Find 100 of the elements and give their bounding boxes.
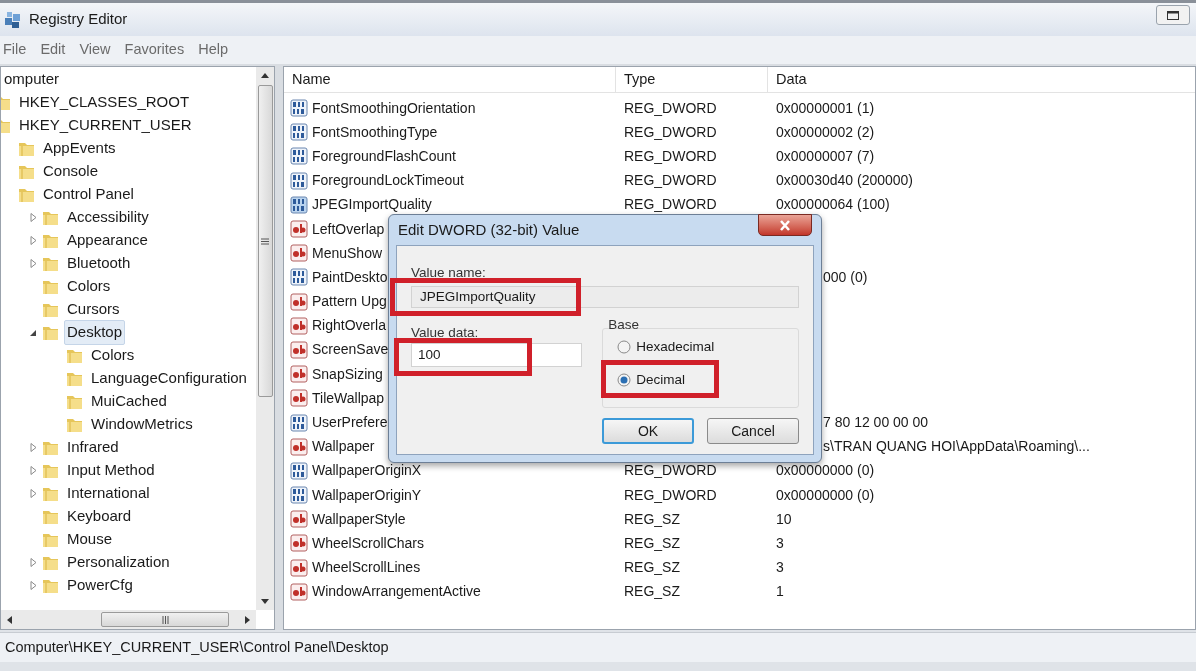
value-data-field[interactable]: 100 [411, 343, 583, 367]
tree-item[interactable]: omputer [3, 67, 61, 92]
value-name[interactable]: JPEGImportQuality [312, 194, 432, 216]
expand-arrow-icon[interactable] [29, 489, 37, 498]
menu-item[interactable]: File [3, 39, 27, 61]
tree-item[interactable]: AppEvents [40, 136, 119, 161]
value-name[interactable]: WallpaperOriginY [312, 484, 422, 506]
value-name[interactable]: RightOverla [312, 315, 386, 337]
string-value-icon [290, 365, 308, 384]
tree-item[interactable]: Input Method [64, 458, 158, 483]
radio-button[interactable]: Decimal [617, 370, 685, 391]
column-header[interactable]: Name [284, 67, 616, 92]
dialog-button[interactable]: OK [602, 418, 694, 444]
tree-item[interactable]: HKEY_CURRENT_USER [16, 113, 195, 138]
value-data: 0x00000001 (1) [776, 99, 875, 116]
tree-item[interactable]: Colors [88, 343, 138, 368]
value-type: REG_DWORD [624, 99, 717, 116]
value-name[interactable]: Wallpaper [312, 436, 375, 458]
value-name[interactable]: Pattern Upg [312, 291, 387, 313]
value-name[interactable]: SnapSizing [312, 363, 383, 385]
vertical-scrollbar[interactable] [256, 67, 274, 610]
binary-value-icon [290, 413, 308, 432]
expand-arrow-icon[interactable] [29, 581, 37, 590]
horizontal-scrollbar[interactable] [1, 610, 256, 629]
binary-value-icon [290, 195, 308, 214]
grip-icon [261, 237, 269, 245]
menu-item[interactable]: Help [198, 39, 228, 61]
value-name[interactable]: WindowArrangementActive [312, 581, 481, 603]
column-header[interactable]: Type [616, 67, 768, 92]
value-type: REG_DWORD [624, 123, 717, 140]
string-value-icon [290, 389, 308, 408]
value-name[interactable]: WallpaperStyle [312, 508, 406, 530]
value-name[interactable]: LeftOverlap [312, 218, 385, 240]
value-type: REG_SZ [624, 510, 680, 527]
value-name[interactable]: FontSmoothingType [312, 121, 438, 143]
expand-arrow-icon[interactable] [29, 213, 37, 222]
tree-item[interactable]: PowerCfg [64, 573, 136, 598]
value-name[interactable]: TileWallpap [312, 387, 385, 409]
binary-value-icon [290, 486, 308, 505]
tree-item[interactable]: Colors [64, 274, 114, 299]
value-name[interactable]: PaintDeskto [312, 266, 388, 288]
tree-item[interactable]: Desktop [64, 320, 126, 345]
tree-item[interactable]: Mouse [64, 527, 116, 552]
value-type: REG_DWORD [624, 172, 717, 189]
tree-item[interactable]: MuiCached [88, 389, 170, 414]
tree-item[interactable]: Console [40, 159, 102, 184]
tree-item[interactable]: LanguageConfiguration [88, 366, 250, 391]
value-name[interactable]: WallpaperOriginX [312, 460, 422, 482]
tree-item[interactable]: Personalization [64, 550, 173, 575]
value-type: REG_DWORD [624, 462, 717, 479]
scrollbar-thumb[interactable] [101, 612, 229, 627]
tree-item[interactable]: Accessibility [64, 205, 152, 230]
binary-value-icon [290, 461, 308, 480]
string-value-icon [290, 316, 308, 335]
expand-arrow-icon[interactable] [29, 236, 37, 245]
radio-button[interactable]: Hexadecimal [617, 337, 715, 358]
value-name[interactable]: WheelScrollLines [312, 557, 421, 579]
tree-item[interactable]: Control Panel [40, 182, 137, 207]
value-name[interactable]: FontSmoothingOrientation [312, 97, 476, 119]
tree-item[interactable]: HKEY_CLASSES_ROOT [16, 90, 193, 115]
binary-value-icon [290, 123, 308, 142]
tree-item[interactable]: Cursors [64, 297, 123, 322]
string-value-icon [290, 582, 308, 601]
menu-item[interactable]: View [79, 39, 111, 61]
radio-icon[interactable] [617, 373, 632, 388]
tree-item[interactable]: Keyboard [64, 504, 135, 529]
tree-item[interactable]: Infrared [64, 435, 122, 460]
tree-item[interactable]: Bluetooth [64, 251, 134, 276]
value-name[interactable]: WheelScrollChars [312, 532, 425, 554]
menu-item[interactable]: Favorites [124, 39, 185, 61]
close-icon [779, 219, 791, 231]
dialog-button[interactable]: Cancel [707, 418, 799, 444]
expand-arrow-icon[interactable] [29, 443, 37, 452]
column-header[interactable]: Data [768, 67, 1195, 92]
value-data: 0x00000002 (2) [776, 123, 875, 140]
value-name-field[interactable]: JPEGImportQuality [411, 286, 799, 308]
value-type: REG_DWORD [624, 486, 717, 503]
radio-icon[interactable] [617, 340, 632, 355]
binary-value-icon [290, 171, 308, 190]
group-label: Base [608, 317, 639, 332]
tree-item[interactable]: International [64, 481, 153, 506]
scrollbar-thumb[interactable] [257, 85, 273, 397]
close-button[interactable] [758, 214, 812, 236]
string-value-icon [290, 510, 308, 529]
string-value-icon [290, 220, 308, 239]
tree-item[interactable]: WindowMetrics [88, 412, 196, 437]
value-name[interactable]: UserPrefere [312, 412, 388, 434]
menu-item[interactable]: Edit [40, 39, 66, 61]
expand-arrow-icon[interactable] [29, 558, 37, 567]
window-control-button[interactable] [1156, 5, 1190, 25]
expand-arrow-icon[interactable] [29, 466, 37, 475]
value-name[interactable]: MenuShow [312, 242, 383, 264]
value-name[interactable]: ForegroundLockTimeout [312, 170, 464, 192]
value-name[interactable]: ForegroundFlashCount [312, 145, 456, 167]
value-data: 0x00000000 (0) [776, 486, 875, 503]
field-label: Value data: [411, 325, 479, 340]
value-name[interactable]: ScreenSave [312, 339, 389, 361]
collapse-arrow-icon[interactable] [29, 328, 37, 337]
tree-item[interactable]: Appearance [64, 228, 151, 253]
expand-arrow-icon[interactable] [29, 259, 37, 268]
